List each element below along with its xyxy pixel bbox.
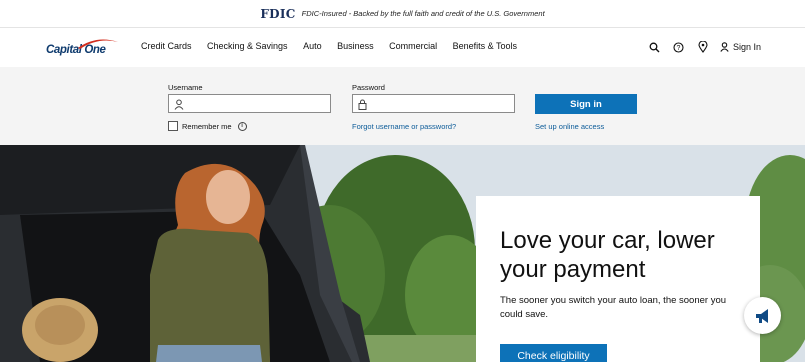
hero-banner: Love your car, lower your payment The so…: [0, 145, 805, 362]
promo-subtext: The sooner you switch your auto loan, th…: [500, 295, 727, 320]
signin-label: Sign In: [732, 42, 761, 52]
svg-text:?: ?: [677, 45, 681, 52]
main-nav: Credit Cards Checking & Savings Auto Bus…: [141, 41, 533, 51]
search-icon[interactable]: [648, 40, 662, 54]
site-header: Capital One Credit Cards Checking & Savi…: [0, 28, 805, 68]
nav-checking-savings[interactable]: Checking & Savings: [207, 41, 288, 51]
username-label: Username: [168, 83, 203, 92]
fdic-text: FDIC-Insured - Backed by the full faith …: [301, 9, 545, 18]
header-signin-link[interactable]: Sign In: [720, 42, 761, 52]
logo-swoosh-icon: [78, 39, 118, 49]
remember-me-checkbox[interactable]: [168, 121, 178, 131]
feedback-button[interactable]: [744, 297, 781, 334]
password-label: Password: [352, 83, 385, 92]
fdic-banner: FDIC FDIC-Insured - Backed by the full f…: [0, 0, 805, 28]
setup-online-access-link[interactable]: Set up online access: [535, 122, 604, 131]
user-icon: [174, 99, 184, 110]
nav-auto[interactable]: Auto: [303, 41, 322, 51]
nav-commercial[interactable]: Commercial: [389, 41, 437, 51]
username-field[interactable]: [168, 94, 331, 113]
signin-button[interactable]: Sign in: [535, 94, 637, 114]
nav-benefits-tools[interactable]: Benefits & Tools: [453, 41, 517, 51]
lock-icon: [358, 99, 367, 110]
fdic-logo: FDIC: [260, 6, 296, 21]
promo-headline: Love your car, lower your payment: [500, 227, 715, 283]
location-icon[interactable]: [696, 40, 710, 54]
help-icon[interactable]: ?: [672, 40, 686, 54]
forgot-credentials-link[interactable]: Forgot username or password?: [352, 122, 456, 131]
promo-card: Love your car, lower your payment The so…: [476, 196, 760, 362]
password-field[interactable]: [352, 94, 515, 113]
user-icon: [720, 42, 729, 52]
megaphone-icon: [755, 308, 768, 323]
nav-business[interactable]: Business: [337, 41, 374, 51]
remember-me-label: Remember me: [182, 121, 232, 131]
remember-me: Remember me i: [168, 121, 247, 131]
capital-one-logo[interactable]: Capital One: [46, 38, 118, 60]
nav-credit-cards[interactable]: Credit Cards: [141, 41, 192, 51]
info-icon[interactable]: i: [237, 121, 247, 131]
utility-nav: ? Sign In: [638, 40, 761, 54]
check-eligibility-button[interactable]: Check eligibility: [500, 344, 607, 362]
